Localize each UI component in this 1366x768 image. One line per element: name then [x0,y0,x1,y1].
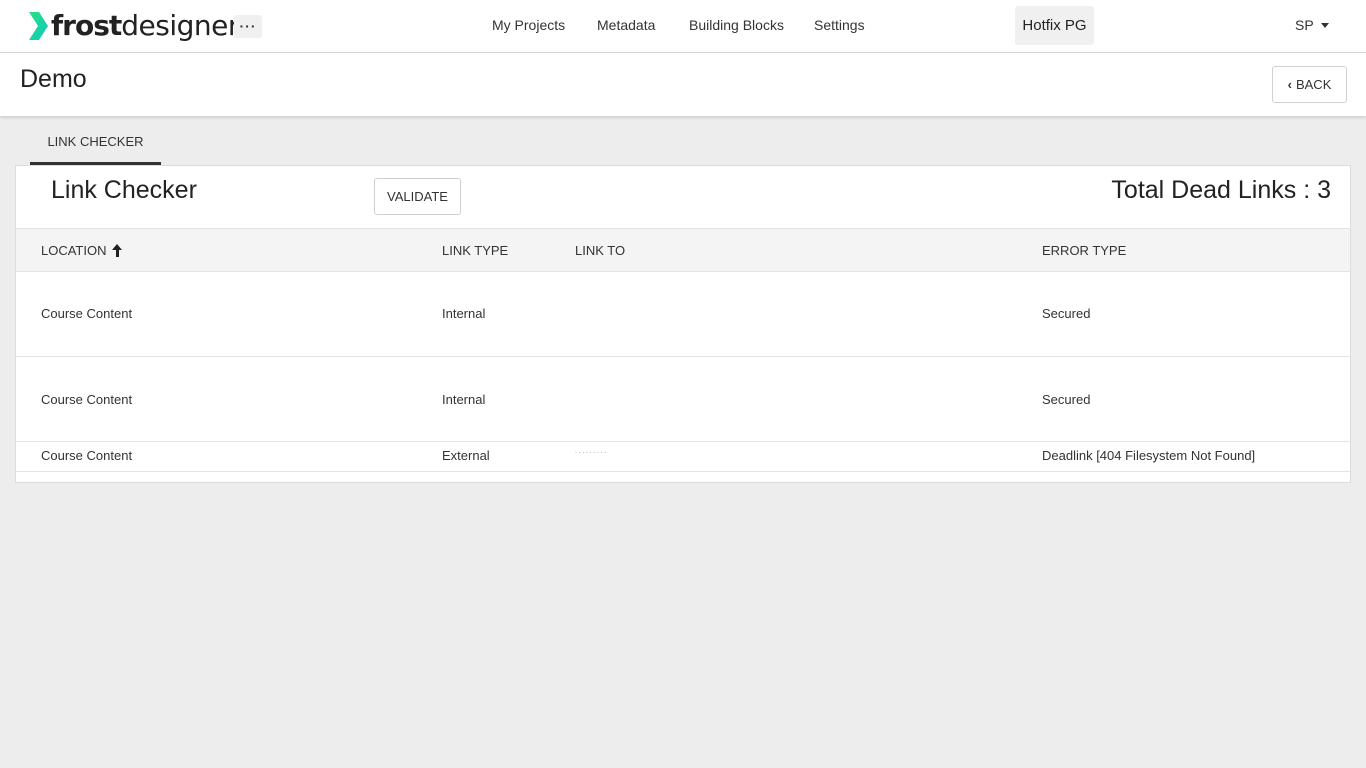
cell-link-type: External [442,448,490,463]
cell-location: Course Content [41,448,133,463]
back-button[interactable]: ‹ BACK [1272,66,1347,103]
user-initials: SP [1295,17,1314,33]
back-button-label: BACK [1295,77,1332,92]
column-header-link-to[interactable]: LINK TO [575,243,625,258]
validate-button[interactable]: VALIDATE [374,178,461,215]
tab-link-checker[interactable]: LINK CHECKER [30,120,161,165]
total-dead-links: Total Dead Links : 3 [1111,176,1331,204]
nav-settings[interactable]: Settings [814,17,865,33]
column-header-label: LOCATION [41,243,107,258]
cell-location: Course Content [41,306,133,321]
column-header-error-type[interactable]: ERROR TYPE [1042,243,1126,258]
cell-error-type: Deadlink [404 Filesystem Not Found] [1042,448,1256,463]
page-title: Demo [20,65,87,93]
cell-error-type: Secured [1042,306,1091,321]
column-header-link-type[interactable]: LINK TYPE [442,243,508,258]
nav-building-blocks[interactable]: Building Blocks [689,17,784,33]
column-header-location[interactable]: LOCATION [41,243,123,258]
cell-link-type: Internal [442,392,486,407]
cell-link-to[interactable]: · · · · · · · · · [575,450,606,456]
sort-ascending-icon [111,244,123,257]
cell-error-type: Secured [1042,392,1091,407]
chevron-left-icon: ‹ [1287,77,1292,92]
workspace-selector[interactable]: Hotfix PG [1015,6,1094,45]
caret-down-icon [1320,23,1329,28]
table-row[interactable]: Course Content External · · · · · · · · … [16,442,1350,472]
cell-link-type: Internal [442,306,486,321]
user-menu[interactable]: SP [1295,17,1329,33]
link-checker-panel: Link Checker VALIDATE Total Dead Links :… [15,165,1351,483]
nav-my-projects[interactable]: My Projects [492,17,565,33]
top-navbar: frostdesigner ··· My Projects Metadata B… [0,0,1366,53]
panel-title: Link Checker [51,176,197,204]
cell-location: Course Content [41,392,133,407]
table-row[interactable]: Course Content Internal Secured [16,357,1350,442]
table-header: LOCATION LINK TYPE LINK TO ERROR TYPE [16,228,1350,272]
page-header: Demo ‹ BACK [0,53,1366,116]
nav-metadata[interactable]: Metadata [597,17,655,33]
main-nav: My Projects Metadata Building Blocks Set… [0,0,1366,53]
table-row[interactable]: Course Content Internal Secured [16,272,1350,357]
